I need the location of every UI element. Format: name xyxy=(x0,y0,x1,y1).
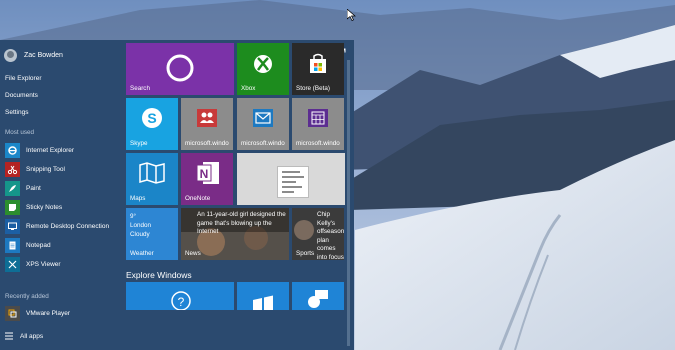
vmware-icon xyxy=(5,305,20,321)
recently-added-label: Recently added xyxy=(5,293,49,300)
app-label: Remote Desktop Connection xyxy=(26,222,110,230)
most-used-label: Most used xyxy=(5,129,35,136)
snipping-tool-icon xyxy=(5,161,20,177)
weather-city: London xyxy=(130,222,152,229)
all-apps-icon xyxy=(5,327,13,345)
tile-weather[interactable]: 9° London Cloudy Weather xyxy=(126,208,178,260)
user-avatar xyxy=(4,48,17,62)
tile-news[interactable]: An 11-year-old girl designed the game th… xyxy=(181,208,289,260)
tile-label: microsoft.windo xyxy=(296,140,340,147)
app-internet-explorer[interactable]: Internet Explorer xyxy=(5,142,120,158)
tile-sports[interactable]: Chip Kelly's offseason plan comes into f… xyxy=(292,208,344,260)
photo-thumbnail xyxy=(277,166,309,198)
tile-explore-help[interactable]: ? xyxy=(126,282,234,310)
app-notepad[interactable]: Notepad xyxy=(5,237,120,253)
tile-label: Search xyxy=(130,85,150,92)
tile-people[interactable]: microsoft.windo xyxy=(181,98,233,150)
tile-label: microsoft.windo xyxy=(241,140,285,147)
calendar-icon xyxy=(308,109,328,127)
app-xps-viewer[interactable]: XPS Viewer xyxy=(5,256,120,272)
sports-headline: Chip Kelly's offseason plan comes into f… xyxy=(317,211,344,260)
people-icon xyxy=(197,109,217,127)
app-label: Internet Explorer xyxy=(26,146,75,154)
svg-text:N: N xyxy=(200,167,209,181)
app-label: VMware Player xyxy=(26,309,71,317)
app-sticky-notes[interactable]: Sticky Notes xyxy=(5,199,120,215)
svg-text:S: S xyxy=(147,110,156,126)
app-label: XPS Viewer xyxy=(26,260,61,268)
explore-windows-title: Explore Windows xyxy=(126,270,192,280)
tile-explore-windows[interactable] xyxy=(237,282,289,310)
svg-text:?: ? xyxy=(178,295,185,309)
xps-viewer-icon xyxy=(5,256,20,272)
documents-link[interactable]: Documents xyxy=(5,92,38,99)
remote-desktop-icon xyxy=(5,218,20,234)
onenote-icon: N xyxy=(196,162,219,184)
app-vmware-player[interactable]: VMware Player xyxy=(5,305,120,321)
mail-icon xyxy=(253,109,273,127)
tile-photo[interactable] xyxy=(237,153,345,205)
app-snipping-tool[interactable]: Snipping Tool xyxy=(5,161,120,177)
app-label: Snipping Tool xyxy=(26,165,65,173)
tile-label: Xbox xyxy=(241,85,256,92)
app-label: Paint xyxy=(26,184,41,192)
tile-label: Maps xyxy=(130,195,146,202)
tile-mail[interactable]: microsoft.windo xyxy=(237,98,289,150)
app-label: Notepad xyxy=(26,241,51,249)
sticky-notes-icon xyxy=(5,199,20,215)
windows-logo-icon xyxy=(253,295,273,310)
weather-temp: 9° xyxy=(130,213,137,220)
tile-label: OneNote xyxy=(185,195,211,202)
mouse-cursor xyxy=(347,9,356,21)
cortana-icon xyxy=(166,54,194,82)
notepad-icon xyxy=(5,237,20,253)
news-headline: An 11-year-old girl designed the game th… xyxy=(197,211,286,235)
app-remote-desktop[interactable]: Remote Desktop Connection xyxy=(5,218,120,234)
skype-icon: S xyxy=(142,108,162,128)
help-icon: ? xyxy=(171,291,191,310)
app-label: Sticky Notes xyxy=(26,203,63,211)
settings-link[interactable]: Settings xyxy=(5,109,29,116)
tile-search[interactable]: Search xyxy=(126,43,234,95)
feedback-icon xyxy=(308,290,328,308)
file-explorer-link[interactable]: File Explorer xyxy=(5,75,41,82)
tile-store[interactable]: Store (Beta) xyxy=(292,43,344,95)
tile-label: Sports xyxy=(296,250,315,257)
all-apps-label: All apps xyxy=(20,332,44,340)
internet-explorer-icon xyxy=(5,142,20,158)
scrollbar[interactable] xyxy=(347,60,350,346)
tile-label: microsoft.windo xyxy=(185,140,229,147)
tile-explore-feedback[interactable] xyxy=(292,282,344,310)
xbox-icon xyxy=(254,55,272,73)
tile-xbox[interactable]: Xbox xyxy=(237,43,289,95)
tile-onenote[interactable]: N OneNote xyxy=(181,153,233,205)
tile-label: Store (Beta) xyxy=(296,85,330,92)
tile-maps[interactable]: Maps xyxy=(126,153,178,205)
weather-info: 9° London Cloudy xyxy=(130,212,151,239)
start-left-pane: Zac Bowden File Explorer Documents Setti… xyxy=(0,40,122,350)
user-account[interactable]: Zac Bowden xyxy=(4,47,63,63)
weather-condition: Cloudy xyxy=(130,231,150,238)
store-icon xyxy=(310,53,326,73)
all-apps-button[interactable]: All apps xyxy=(5,329,43,343)
tile-label: Weather xyxy=(130,250,154,257)
tile-label: Skype xyxy=(130,140,148,147)
tile-label: News xyxy=(185,250,201,257)
paint-icon xyxy=(5,180,20,196)
tile-skype[interactable]: S Skype xyxy=(126,98,178,150)
app-paint[interactable]: Paint xyxy=(5,180,120,196)
maps-icon xyxy=(139,162,165,184)
tile-calendar[interactable]: microsoft.windo xyxy=(292,98,344,150)
user-name: Zac Bowden xyxy=(24,51,63,59)
